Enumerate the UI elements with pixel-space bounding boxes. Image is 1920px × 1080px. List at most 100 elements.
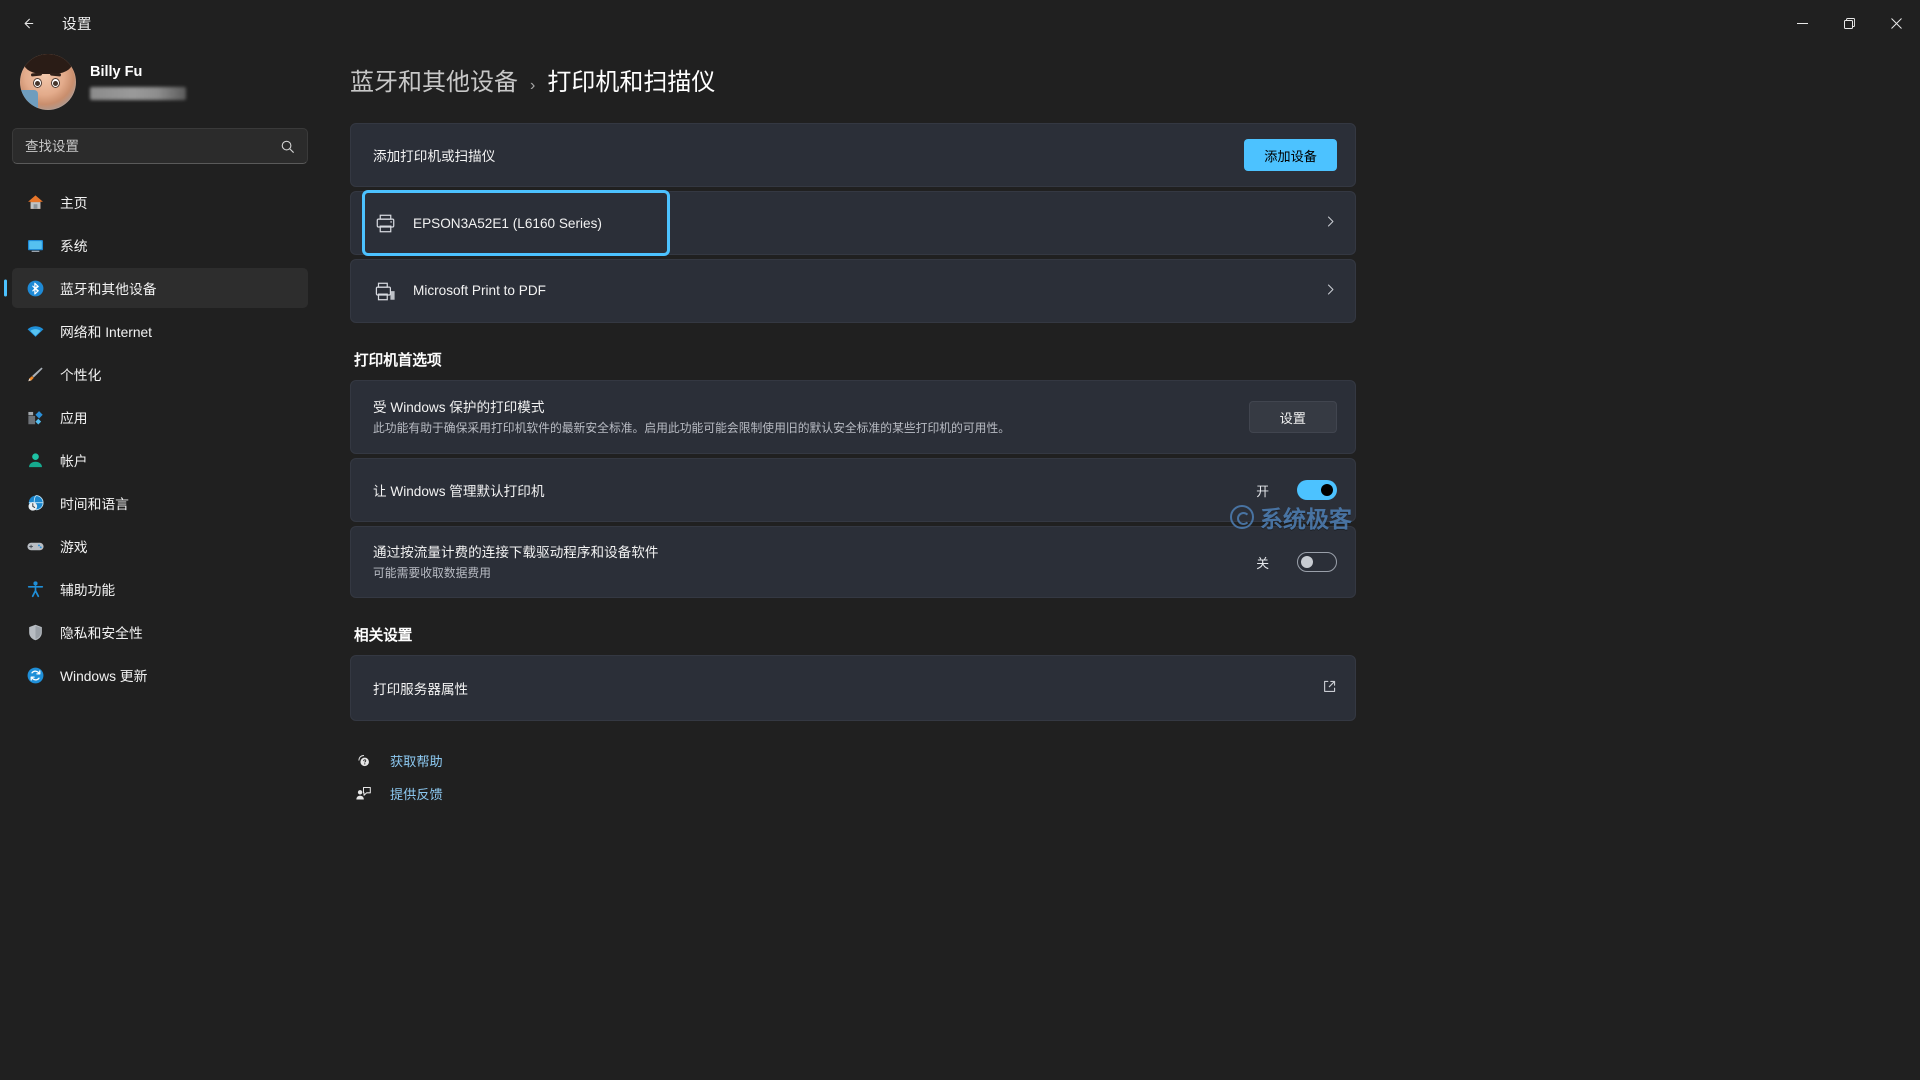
manage-default-printer-toggle[interactable]	[1297, 480, 1337, 500]
breadcrumb-parent[interactable]: 蓝牙和其他设备	[350, 62, 518, 97]
search-box[interactable]	[12, 128, 308, 164]
metered-download-toggle[interactable]	[1297, 552, 1337, 572]
sidebar-nav: 主页 系统 蓝牙和其他设备 网络和 Internet 个性化 应用 帐户 时间和…	[12, 182, 308, 695]
sidebar: Billy Fu 查找设置 主页 系统 蓝牙和其他设备 网络和 Internet…	[0, 46, 320, 1080]
printer-preferences-title: 打印机首选项	[354, 353, 442, 369]
sidebar-item-personalization[interactable]: 个性化	[12, 354, 308, 394]
protected-print-mode-title: 受 Windows 保护的打印模式	[373, 400, 545, 416]
give-feedback-link[interactable]: 提供反馈	[354, 784, 1356, 803]
device-body: Microsoft Print to PDF	[413, 282, 1302, 300]
sidebar-item-label: 隐私和安全性	[60, 626, 143, 641]
sidebar-item-apps[interactable]: 应用	[12, 397, 308, 437]
sidebar-item-system[interactable]: 系统	[12, 225, 308, 265]
search-icon	[280, 139, 295, 154]
breadcrumb: 蓝牙和其他设备 › 打印机和扫描仪	[350, 46, 1356, 123]
manage-default-printer-body: 让 Windows 管理默认打印机	[373, 480, 1240, 500]
get-help-label: 获取帮助	[390, 754, 443, 769]
minimize-button[interactable]	[1779, 0, 1826, 46]
add-printer-label: 添加打印机或扫描仪	[373, 149, 496, 164]
time-language-icon	[24, 492, 46, 514]
accessibility-icon	[24, 578, 46, 600]
back-button[interactable]	[8, 7, 48, 39]
sidebar-item-accessibility[interactable]: 辅助功能	[12, 569, 308, 609]
metered-download-state: 关	[1256, 555, 1269, 571]
metered-download-body: 通过按流量计费的连接下载驱动程序和设备软件 可能需要收取数据费用	[373, 541, 1240, 582]
manage-default-printer-title: 让 Windows 管理默认打印机	[373, 484, 545, 499]
sidebar-item-label: 系统	[60, 239, 88, 254]
device-row[interactable]: Microsoft Print to PDF	[351, 260, 1355, 322]
add-printer-row: 添加打印机或扫描仪 添加设备	[351, 124, 1355, 186]
apps-icon	[24, 406, 46, 428]
gaming-icon	[24, 535, 46, 557]
sidebar-item-label: 网络和 Internet	[60, 325, 153, 340]
privacy-security-icon	[24, 621, 46, 643]
footer-links: 获取帮助 提供反馈	[350, 751, 1356, 803]
maximize-icon	[1844, 17, 1855, 29]
protected-print-mode-description: 此功能有助于确保采用打印机软件的最新安全标准。启用此功能可能会限制使用旧的默认安…	[373, 421, 1011, 436]
search-input[interactable]	[25, 138, 280, 154]
bluetooth-icon	[24, 277, 46, 299]
help-icon	[354, 752, 372, 770]
add-device-button[interactable]: 添加设备	[1244, 139, 1337, 171]
main-inner: 蓝牙和其他设备 › 打印机和扫描仪 添加打印机或扫描仪 添加设备 EPSON3A…	[350, 46, 1356, 803]
profile-email-redacted	[90, 87, 186, 100]
sidebar-item-label: 应用	[60, 411, 88, 426]
profile-name: Billy Fu	[90, 64, 143, 80]
protected-print-mode-card: 受 Windows 保护的打印模式 此功能有助于确保采用打印机软件的最新安全标准…	[350, 380, 1356, 454]
device-card-epson: EPSON3A52E1 (L6160 Series)	[350, 190, 1356, 256]
maximize-button[interactable]	[1826, 0, 1873, 46]
metered-download-card: 通过按流量计费的连接下载驱动程序和设备软件 可能需要收取数据费用 关	[350, 526, 1356, 598]
manage-default-printer-card: 让 Windows 管理默认打印机 开	[350, 458, 1356, 522]
arrow-left-icon	[24, 18, 33, 28]
manage-default-printer-state: 开	[1256, 483, 1269, 499]
print-server-properties-label: 打印服务器属性	[373, 682, 469, 697]
related-settings-card: 打印服务器属性	[350, 655, 1356, 721]
sidebar-item-label: 主页	[60, 196, 88, 211]
sidebar-item-home[interactable]: 主页	[12, 182, 308, 222]
sidebar-item-gaming[interactable]: 游戏	[12, 526, 308, 566]
device-name: EPSON3A52E1 (L6160 Series)	[413, 215, 602, 231]
sidebar-item-label: Windows 更新	[60, 669, 148, 684]
sidebar-item-label: 游戏	[60, 540, 88, 555]
manage-default-printer-row: 让 Windows 管理默认打印机 开	[351, 459, 1355, 521]
minimize-icon	[1797, 22, 1808, 24]
chevron-right-icon[interactable]	[1318, 215, 1337, 232]
device-row[interactable]: EPSON3A52E1 (L6160 Series)	[351, 190, 1355, 256]
protected-print-mode-settings-button[interactable]: 设置	[1248, 401, 1337, 433]
metered-download-description: 可能需要收取数据费用	[373, 566, 491, 581]
home-icon	[24, 191, 46, 213]
sidebar-item-time-language[interactable]: 时间和语言	[12, 483, 308, 523]
settings-window: 设置 Billy Fu 查找设置 主页 系统 蓝牙和其他设备 网络和 Inter…	[0, 0, 1920, 1080]
print-server-properties-body: 打印服务器属性	[373, 678, 1300, 698]
system-icon	[24, 234, 46, 256]
sidebar-item-label: 帐户	[60, 454, 88, 469]
sidebar-item-windows-update[interactable]: Windows 更新	[12, 655, 308, 695]
sidebar-item-accounts[interactable]: 帐户	[12, 440, 308, 480]
protected-print-mode-row: 受 Windows 保护的打印模式 此功能有助于确保采用打印机软件的最新安全标准…	[351, 381, 1355, 453]
print-server-properties-row[interactable]: 打印服务器属性	[351, 656, 1355, 720]
related-settings-title: 相关设置	[354, 628, 413, 644]
close-button[interactable]	[1873, 0, 1920, 46]
get-help-link[interactable]: 获取帮助	[354, 751, 1356, 770]
give-feedback-label: 提供反馈	[390, 787, 443, 802]
printer-icon	[373, 211, 397, 235]
sidebar-item-label: 蓝牙和其他设备	[60, 282, 157, 297]
window-title: 设置	[62, 16, 92, 33]
title-bar: 设置	[0, 0, 1920, 46]
print-to-pdf-icon	[373, 279, 397, 303]
metered-download-row: 通过按流量计费的连接下载驱动程序和设备软件 可能需要收取数据费用 关	[351, 527, 1355, 597]
avatar	[20, 54, 76, 110]
sidebar-item-bluetooth-devices[interactable]: 蓝牙和其他设备	[12, 268, 308, 308]
sidebar-item-privacy-security[interactable]: 隐私和安全性	[12, 612, 308, 652]
network-icon	[24, 320, 46, 342]
chevron-right-icon[interactable]	[1318, 283, 1337, 300]
windows-update-icon	[24, 664, 46, 686]
main-content: 蓝牙和其他设备 › 打印机和扫描仪 添加打印机或扫描仪 添加设备 EPSON3A…	[320, 46, 1920, 1080]
close-icon	[1891, 17, 1902, 29]
sidebar-item-network-internet[interactable]: 网络和 Internet	[12, 311, 308, 351]
profile-text: Billy Fu	[90, 64, 186, 100]
chevron-right-icon: ›	[530, 77, 536, 94]
open-external-icon[interactable]	[1316, 679, 1337, 698]
add-printer-card: 添加打印机或扫描仪 添加设备	[350, 123, 1356, 187]
user-profile[interactable]: Billy Fu	[12, 46, 308, 126]
